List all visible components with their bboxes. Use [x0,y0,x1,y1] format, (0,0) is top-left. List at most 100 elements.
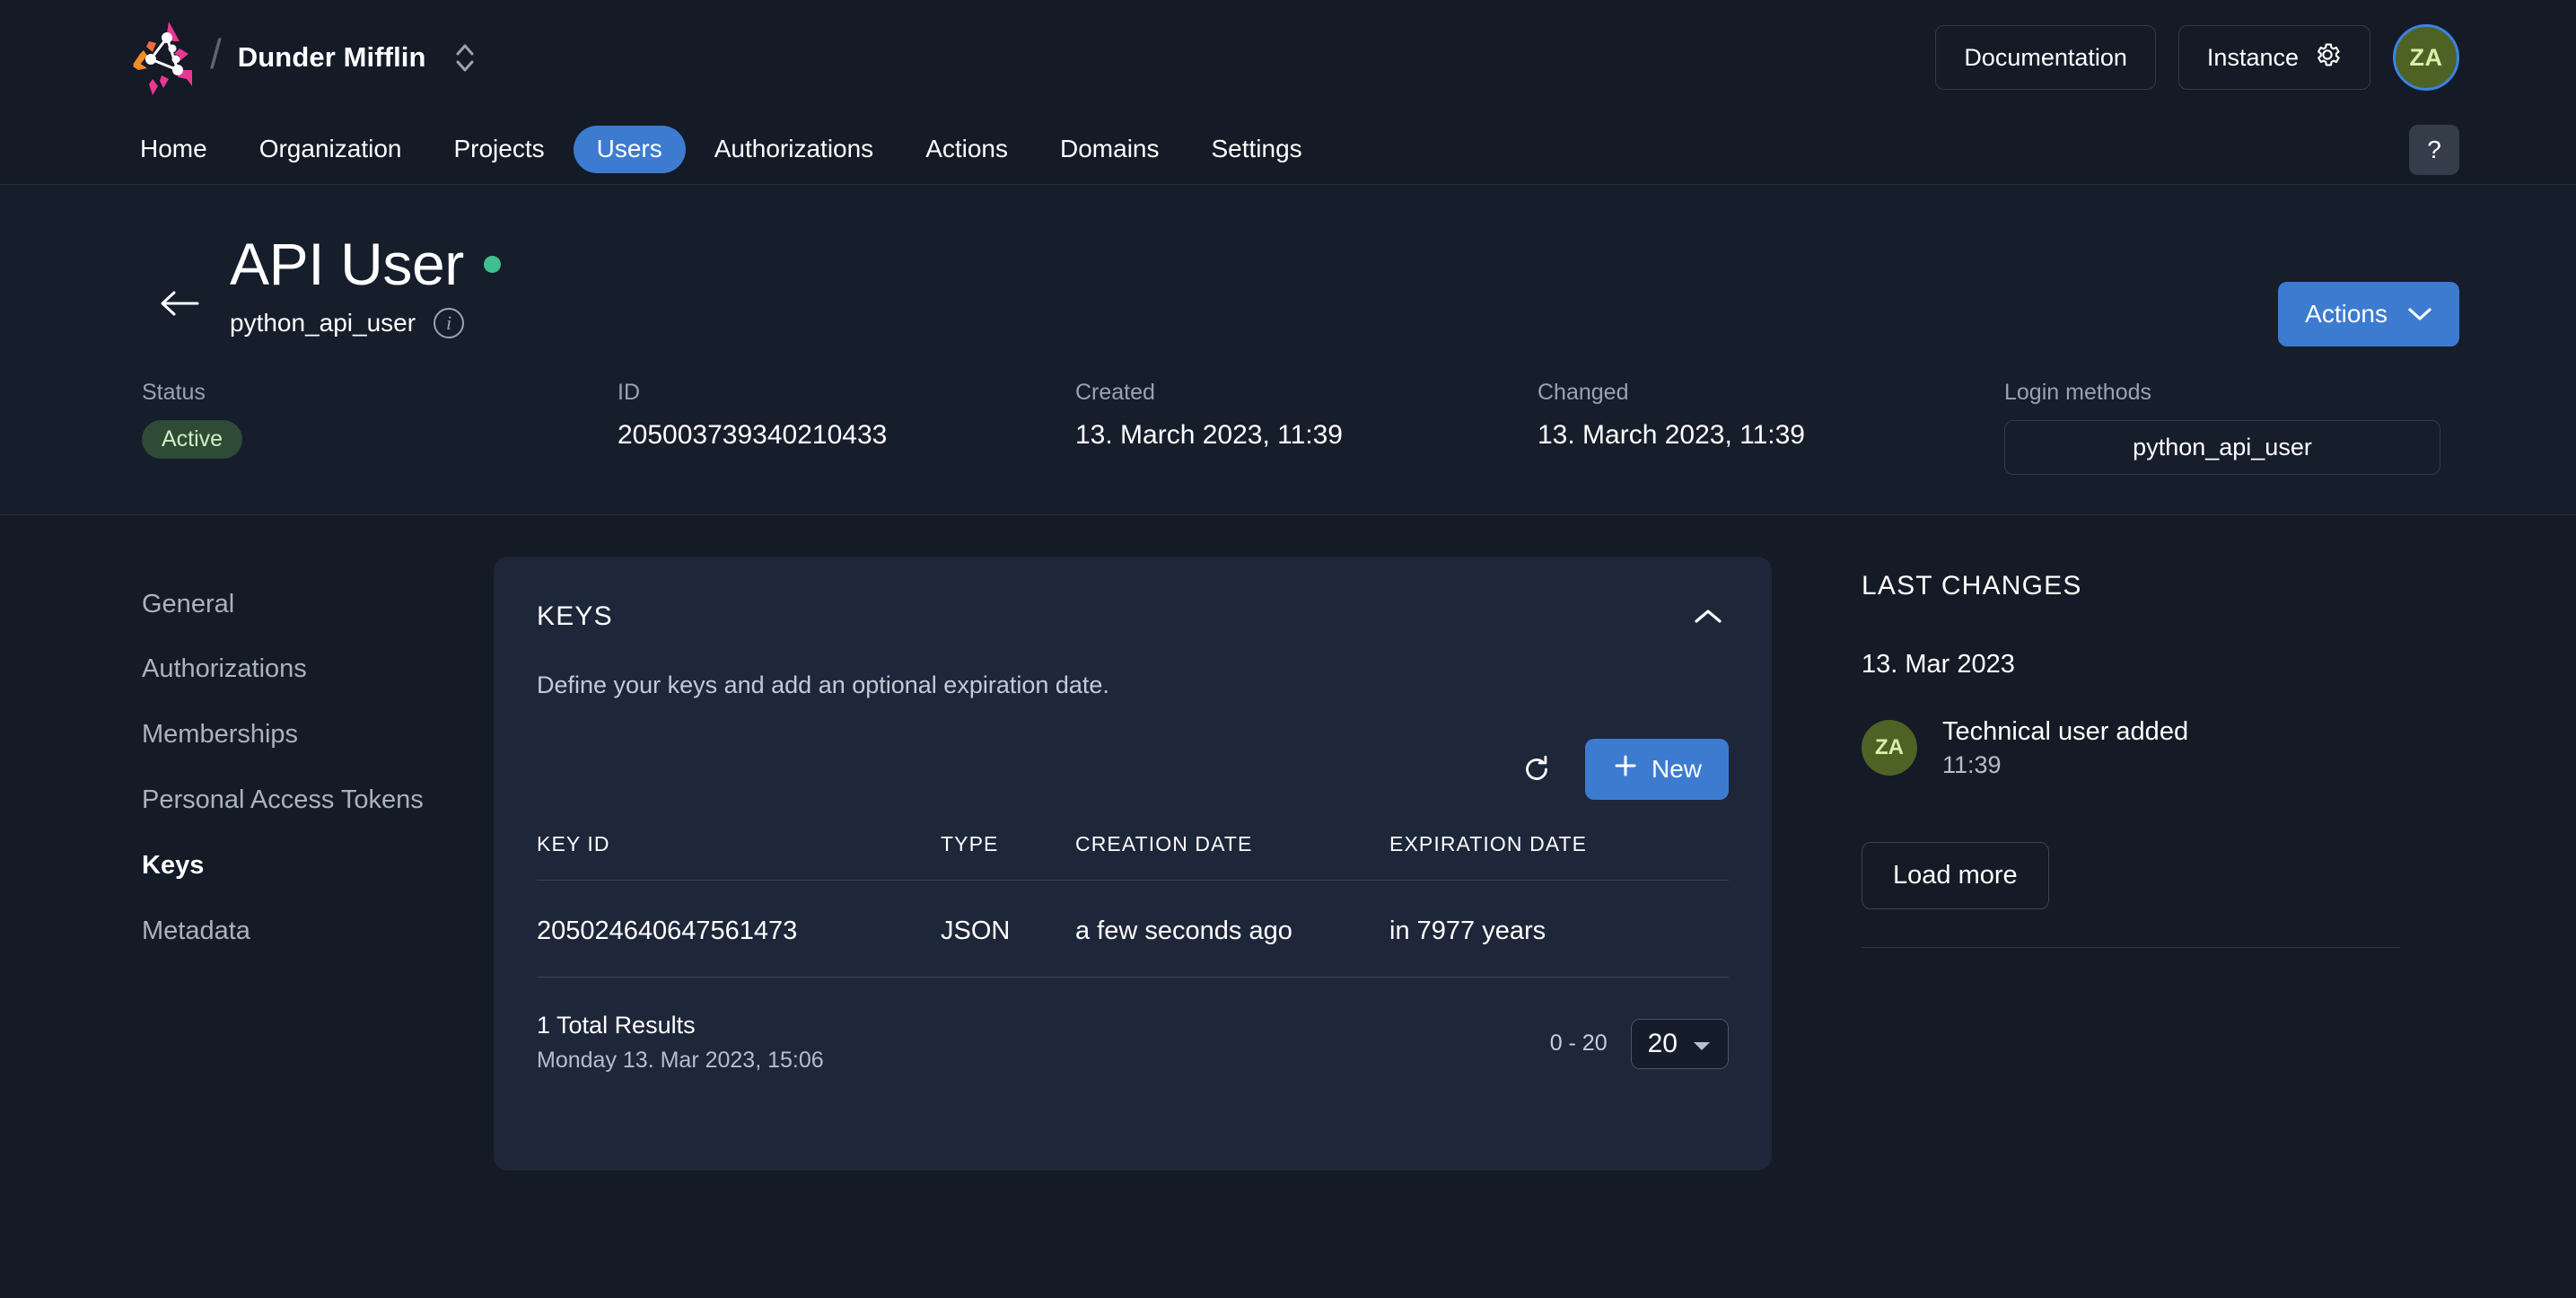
sidebar-item-metadata[interactable]: Metadata [142,899,494,965]
title-line: API User [230,232,501,297]
status-badge: Active [142,420,242,459]
keys-table-head: KEY ID TYPE CREATION DATE EXPIRATION DAT… [537,832,1729,881]
keys-card-toolbar: New [537,739,1729,800]
keys-card-title: KEYS [537,601,613,632]
instance-button[interactable]: Instance [2178,25,2370,90]
brand-separator: / [210,33,222,75]
nav-item-organization[interactable]: Organization [236,126,425,173]
nav-item-domains[interactable]: Domains [1037,126,1182,173]
page-size-value: 20 [1648,1029,1678,1059]
last-changes-title: LAST CHANGES [1862,571,2459,601]
keys-card-description: Define your keys and add an optional exp… [537,671,1729,699]
status-dot-icon [484,256,501,273]
sidebar-item-keys[interactable]: Keys [142,834,494,899]
title-block: API User python_api_user i [230,228,501,338]
chevron-down-icon [2407,300,2432,329]
results-summary: 1 Total Results Monday 13. Mar 2023, 15:… [537,1012,824,1074]
chevron-up-icon[interactable] [1687,596,1729,637]
keys-table-body: 205024640647561473 JSON a few seconds ag… [537,880,1729,977]
title-row: API User python_api_user i [117,228,2459,338]
meta-login-methods: Login methods python_api_user [2004,380,2440,475]
avatar: ZA [1862,720,1917,776]
avatar-initials: ZA [1875,735,1904,760]
table-row[interactable]: 205024640647561473 JSON a few seconds ag… [537,880,1729,977]
top-bar-actions: Documentation Instance ZA [1935,24,2459,91]
meta-changed-label: Changed [1538,380,2004,406]
documentation-button[interactable]: Documentation [1935,25,2156,90]
cell-expiration-date: in 7977 years [1389,880,1729,977]
brand-block: / Dunder Mifflin [117,14,480,101]
load-more-button[interactable]: Load more [1862,842,2049,909]
login-method-chip[interactable]: python_api_user [2004,420,2440,475]
caret-down-icon [1692,1029,1712,1059]
column-header-type[interactable]: TYPE [941,832,1075,881]
total-results-label: 1 Total Results [537,1012,824,1039]
column-header-key-id[interactable]: KEY ID [537,832,941,881]
nav-item-list: Home Organization Projects Users Authori… [117,126,1326,173]
column-header-expiration-date[interactable]: EXPIRATION DATE [1389,832,1729,881]
sidebar-item-general[interactable]: General [142,573,494,638]
meta-id: ID 205003739340210433 [618,380,1075,475]
nav-item-authorizations[interactable]: Authorizations [691,126,897,173]
help-button[interactable]: ? [2409,125,2459,175]
top-bar: / Dunder Mifflin Documentation Instance … [0,0,2576,115]
nav-item-home[interactable]: Home [117,126,231,173]
nav-item-projects[interactable]: Projects [430,126,567,173]
avatar-initials: ZA [2410,44,2443,72]
actions-button[interactable]: Actions [2278,282,2459,346]
total-results-timestamp: Monday 13. Mar 2023, 15:06 [537,1048,824,1074]
content-area: General Authorizations Memberships Perso… [0,515,2576,1171]
page-size-select[interactable]: 20 [1631,1019,1729,1069]
instance-label: Instance [2207,44,2299,72]
sidebar-item-authorizations[interactable]: Authorizations [142,637,494,703]
keys-card: KEYS Define your keys and add an optiona… [494,557,1772,1171]
subtitle-line: python_api_user i [230,308,501,338]
nav-item-actions[interactable]: Actions [902,126,1031,173]
keys-table-header-row: KEY ID TYPE CREATION DATE EXPIRATION DAT… [537,832,1729,881]
cell-type: JSON [941,880,1075,977]
meta-id-label: ID [618,380,1075,406]
meta-status: Status Active [142,380,618,475]
change-entry-text: Technical user added 11:39 [1942,717,2188,779]
documentation-label: Documentation [1964,44,2127,72]
meta-created-label: Created [1075,380,1538,406]
detail-header: API User python_api_user i Actions Statu… [0,185,2576,515]
meta-changed: Changed 13. March 2023, 11:39 [1538,380,2004,475]
meta-row: Status Active ID 205003739340210433 Crea… [117,380,2459,475]
refresh-icon[interactable] [1511,744,1562,794]
meta-changed-value: 13. March 2023, 11:39 [1538,420,2004,451]
plus-icon [1612,752,1639,785]
arrow-left-icon[interactable] [154,278,205,329]
zitadel-logo-icon[interactable] [117,14,203,101]
nav-item-users[interactable]: Users [574,126,686,173]
sidebar-item-personal-access-tokens[interactable]: Personal Access Tokens [142,768,494,834]
divider [1862,947,2400,948]
change-entry-time: 11:39 [1942,751,2188,779]
last-changes-date: 13. Mar 2023 [1862,650,2459,680]
list-item: ZA Technical user added 11:39 [1862,717,2459,779]
keys-card-footer: 1 Total Results Monday 13. Mar 2023, 15:… [537,1012,1729,1074]
keys-card-header: KEYS [537,596,1729,637]
page-title: API User [230,232,464,297]
info-icon[interactable]: i [434,308,464,338]
meta-created: Created 13. March 2023, 11:39 [1075,380,1538,475]
meta-status-label: Status [142,380,618,406]
chevron-updown-icon[interactable] [450,37,480,78]
pagination: 0 - 20 20 [1550,1012,1729,1069]
new-key-button[interactable]: New [1585,739,1729,800]
avatar[interactable]: ZA [2393,24,2459,91]
org-name: Dunder Mifflin [238,41,426,74]
meta-created-value: 13. March 2023, 11:39 [1075,420,1538,451]
gear-icon [2313,40,2342,75]
change-entry-title: Technical user added [1942,717,2188,747]
column-header-creation-date[interactable]: CREATION DATE [1075,832,1389,881]
sidebar-item-memberships[interactable]: Memberships [142,703,494,768]
last-changes-panel: LAST CHANGES 13. Mar 2023 ZA Technical u… [1772,557,2459,1171]
detail-sidenav: General Authorizations Memberships Perso… [117,557,494,1171]
page-subtitle: python_api_user [230,309,416,338]
meta-id-value: 205003739340210433 [618,420,1075,451]
keys-table: KEY ID TYPE CREATION DATE EXPIRATION DAT… [537,832,1729,978]
cell-key-id: 205024640647561473 [537,880,941,977]
nav-item-settings[interactable]: Settings [1188,126,1326,173]
cell-creation-date: a few seconds ago [1075,880,1389,977]
